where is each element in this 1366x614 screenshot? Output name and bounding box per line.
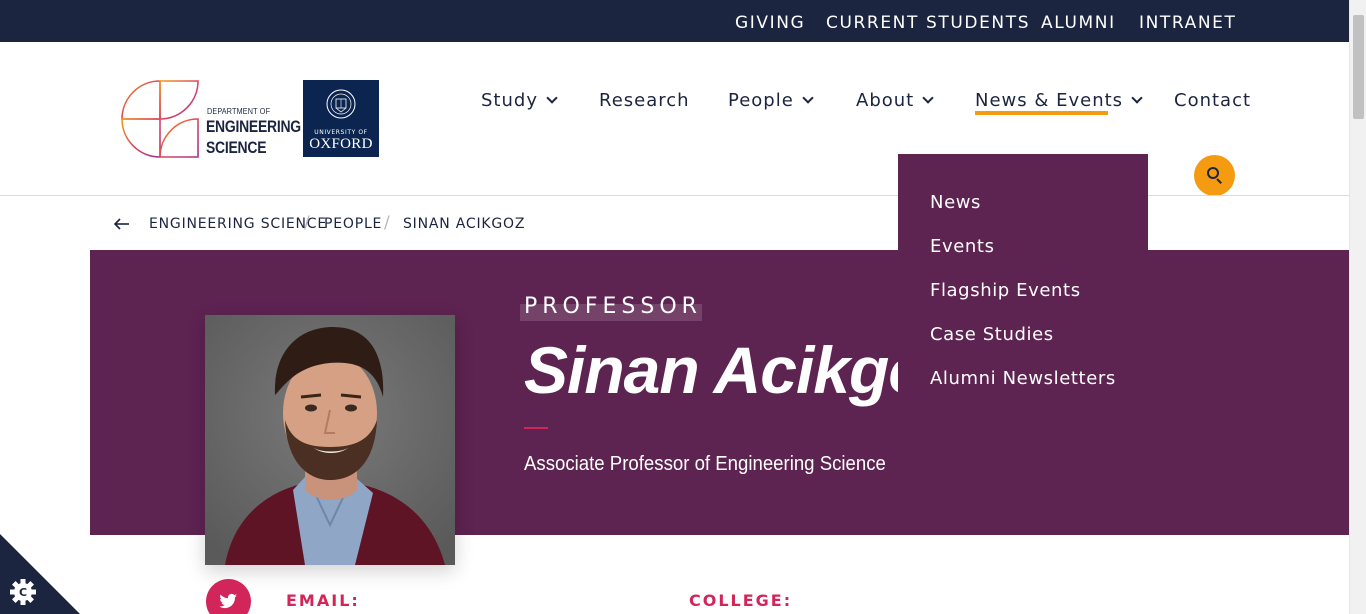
oxford-logo: UNIVERSITY OF OXFORD: [303, 80, 379, 157]
arrow-left-icon[interactable]: [113, 213, 131, 235]
cookie-settings-icon[interactable]: C: [0, 534, 80, 614]
scrollbar-thumb[interactable]: [1353, 15, 1364, 119]
profile-role: PROFESSOR: [524, 294, 702, 319]
chevron-down-icon: [1131, 91, 1143, 104]
logo-dept-small: DEPARTMENT OF: [207, 107, 271, 116]
logo-dept-line2: SCIENCE: [206, 138, 267, 157]
utility-bar: GIVING CURRENT STUDENTS ALUMNI INTRANET: [0, 0, 1349, 42]
svg-text:C: C: [19, 586, 27, 599]
nav-study[interactable]: Study: [481, 86, 558, 114]
utility-link-alumni[interactable]: ALUMNI: [1041, 0, 1116, 42]
oxford-big-text: OXFORD: [309, 136, 373, 152]
breadcrumb-separator: /: [384, 213, 390, 233]
nav-research-label: Research: [599, 89, 690, 111]
chevron-down-icon: [546, 91, 558, 104]
breadcrumb-separator: /: [304, 213, 310, 233]
nav-news-events[interactable]: News & Events: [975, 86, 1143, 114]
dropdown-item-case-studies[interactable]: Case Studies: [930, 324, 1054, 345]
profile-subtitle: Associate Professor of Engineering Scien…: [524, 453, 886, 475]
search-icon-handle: [1216, 178, 1222, 184]
oxford-crest-icon: [326, 89, 356, 119]
nav-people[interactable]: People: [728, 86, 814, 114]
oxford-small-text: UNIVERSITY OF: [314, 129, 368, 136]
college-label: COLLEGE:: [689, 591, 793, 610]
search-button[interactable]: [1194, 155, 1235, 196]
page: GIVING CURRENT STUDENTS ALUMNI INTRANET …: [0, 0, 1366, 614]
profile-photo: [205, 315, 455, 565]
nav-active-indicator: [975, 111, 1108, 115]
breadcrumb-engineering-science[interactable]: ENGINEERING SCIENCE: [149, 216, 327, 232]
nav-contact[interactable]: Contact: [1174, 86, 1251, 114]
nav-about[interactable]: About: [856, 86, 934, 114]
twitter-button[interactable]: [206, 579, 251, 614]
dropdown-item-events[interactable]: Events: [930, 236, 995, 257]
breadcrumb-people[interactable]: PEOPLE: [324, 216, 382, 232]
utility-link-giving[interactable]: GIVING: [735, 0, 805, 42]
accent-divider: [524, 427, 548, 429]
dropdown-item-alumni-newsletters[interactable]: Alumni Newsletters: [930, 368, 1116, 389]
nav-people-label: People: [728, 89, 794, 111]
nav-study-label: Study: [481, 89, 538, 111]
dropdown-item-flagship-events[interactable]: Flagship Events: [930, 280, 1081, 301]
page-scrollbar[interactable]: [1349, 0, 1366, 614]
nav-research[interactable]: Research: [599, 86, 690, 114]
email-label: EMAIL:: [286, 591, 360, 610]
site-logo[interactable]: DEPARTMENT OF ENGINEERING SCIENCE UNIVER…: [120, 79, 380, 159]
nav-about-label: About: [856, 89, 915, 111]
chevron-down-icon: [802, 91, 814, 104]
profile-name-container: Sinan Acikgoz: [520, 325, 898, 420]
profile-name: Sinan Acikgoz: [524, 333, 898, 407]
breadcrumb-current: SINAN ACIKGOZ: [403, 216, 526, 232]
nav-news-events-label: News & Events: [975, 89, 1124, 111]
logo-dept-line1: ENGINEERING: [206, 117, 301, 136]
utility-link-intranet[interactable]: INTRANET: [1139, 0, 1237, 42]
chevron-down-icon: [922, 91, 934, 104]
portrait-image: [205, 315, 455, 565]
nav-contact-label: Contact: [1174, 89, 1252, 111]
dropdown-item-news[interactable]: News: [930, 192, 981, 213]
utility-link-current-students[interactable]: CURRENT STUDENTS: [826, 0, 1030, 42]
engineering-science-emblem-icon: [121, 80, 199, 158]
twitter-icon: [219, 593, 237, 609]
